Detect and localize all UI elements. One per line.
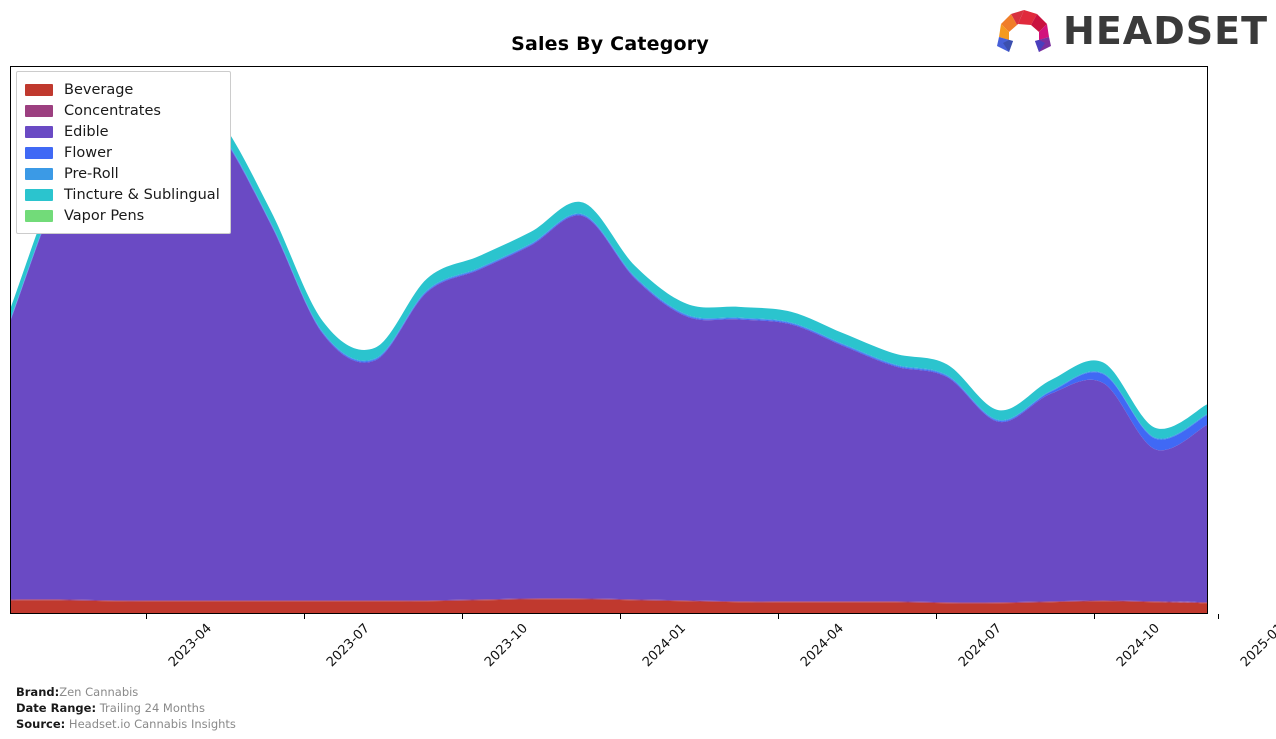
legend-item[interactable]: Tincture & Sublingual <box>25 184 220 205</box>
x-tick-mark <box>1094 614 1095 619</box>
x-tick-label: 2023-04 <box>165 621 215 671</box>
legend-item[interactable]: Beverage <box>25 79 220 100</box>
x-tick-label: 2025-01 <box>1237 621 1276 671</box>
footer-date-range-label: Date Range: <box>16 701 97 715</box>
legend-swatch-icon <box>25 146 53 159</box>
legend-item-label: Beverage <box>64 81 134 98</box>
footer-source-label: Source: <box>16 717 66 731</box>
legend-item-label: Concentrates <box>64 102 161 119</box>
legend-swatch-icon <box>25 167 53 180</box>
x-tick-label: 2024-04 <box>797 621 847 671</box>
x-tick-label: 2024-01 <box>639 621 689 671</box>
legend-swatch-icon <box>25 188 53 201</box>
footer-date-range-value: Trailing 24 Months <box>99 701 205 715</box>
x-tick-label: 2023-07 <box>323 621 373 671</box>
legend-item-label: Tincture & Sublingual <box>64 186 220 203</box>
legend-item[interactable]: Concentrates <box>25 100 220 121</box>
x-tick-mark <box>620 614 621 619</box>
x-tick-label: 2024-10 <box>1113 621 1163 671</box>
x-tick-mark <box>1218 614 1219 619</box>
x-tick-mark <box>304 614 305 619</box>
legend-item-label: Vapor Pens <box>64 207 145 224</box>
x-axis: 2023-04 2023-07 2023-10 2024-01 2024-04 2024-… <box>10 614 1276 674</box>
legend-swatch-icon <box>25 83 53 96</box>
x-tick-label: 2023-10 <box>481 621 531 671</box>
x-tick-mark <box>936 614 937 619</box>
x-tick-mark <box>778 614 779 619</box>
x-tick-mark <box>146 614 147 619</box>
legend-swatch-icon <box>25 209 53 222</box>
footer-date-range: Date Range: Trailing 24 Months <box>16 700 236 716</box>
headset-wordmark: HEADSET <box>1063 9 1268 53</box>
footer-brand-value: Zen Cannabis <box>59 685 139 699</box>
legend-item[interactable]: Flower <box>25 142 220 163</box>
legend-item[interactable]: Pre-Roll <box>25 163 220 184</box>
footer-brand: Brand:Zen Cannabis <box>16 684 236 700</box>
headset-hexagon-icon <box>997 10 1052 52</box>
x-tick-mark <box>462 614 463 619</box>
footer-source: Source: Headset.io Cannabis Insights <box>16 716 236 732</box>
chart-footer: Brand:Zen Cannabis Date Range: Trailing … <box>16 684 236 732</box>
footer-brand-label: Brand: <box>16 685 60 699</box>
legend-swatch-icon <box>25 125 53 138</box>
chart-legend[interactable]: Beverage Concentrates Edible Flower Pre-Roll… <box>16 71 231 234</box>
legend-item-label: Flower <box>64 144 112 161</box>
x-tick-label: 2024-07 <box>955 621 1005 671</box>
legend-item-label: Edible <box>64 123 109 140</box>
legend-item-label: Pre-Roll <box>64 165 119 182</box>
legend-item[interactable]: Vapor Pens <box>25 205 220 226</box>
legend-swatch-icon <box>25 104 53 117</box>
legend-item[interactable]: Edible <box>25 121 220 142</box>
headset-logo: HEADSET <box>993 6 1268 56</box>
footer-source-value: Headset.io Cannabis Insights <box>68 717 236 731</box>
